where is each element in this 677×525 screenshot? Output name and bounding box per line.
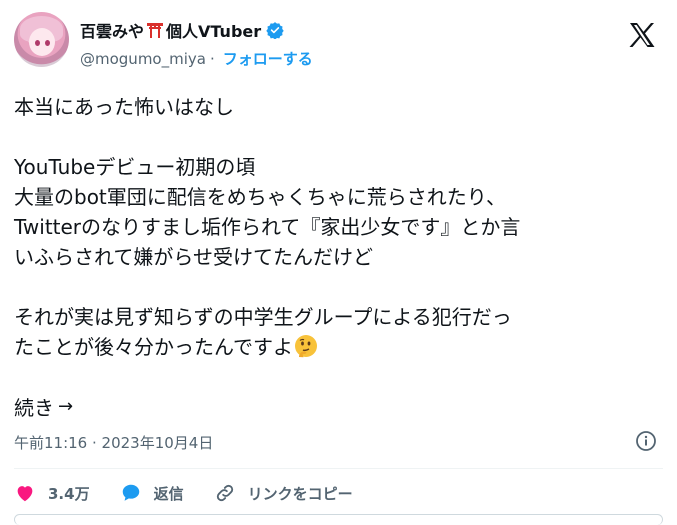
info-icon[interactable] bbox=[635, 430, 657, 452]
tweet-line-text: たことが後々分かったんですよ bbox=[14, 335, 293, 359]
tweet-line-blank bbox=[14, 272, 664, 302]
tweet-line: 大量のbot軍団に配信をめちゃくちゃに荒らされたり、 bbox=[14, 185, 506, 209]
follow-button[interactable]: フォローする bbox=[223, 48, 313, 69]
reply-button[interactable]: 返信 bbox=[120, 482, 184, 504]
avatar[interactable] bbox=[14, 12, 69, 67]
like-button[interactable]: 3.4万 bbox=[14, 482, 90, 504]
heart-icon bbox=[17, 486, 33, 502]
read-more-link[interactable]: 続き → bbox=[14, 392, 73, 421]
x-logo-icon[interactable] bbox=[627, 20, 657, 50]
display-name-suffix[interactable]: 個人VTuber bbox=[166, 18, 261, 42]
tweet-line-last: たことが後々分かったんですよ bbox=[14, 332, 664, 362]
tweet-header: 百雲みや 個人VTuber @mogumo_miya · フォローする bbox=[14, 12, 663, 74]
speech-bubble-icon bbox=[122, 484, 139, 501]
display-name[interactable]: 百雲みや bbox=[80, 18, 144, 42]
like-count: 3.4万 bbox=[48, 484, 90, 503]
tweet-line: Twitterのなりすまし垢作られて『家出少女です』とか言 bbox=[14, 215, 521, 239]
handle-row: @mogumo_miya · フォローする bbox=[80, 48, 313, 69]
tweet-text: 本当にあった怖いはなし YouTubeデビュー初期の頃 大量のbot軍団に配信を… bbox=[14, 92, 664, 362]
handle[interactable]: @mogumo_miya bbox=[80, 50, 206, 68]
action-bar: 3.4万 返信 リンクをコピー bbox=[14, 482, 383, 504]
reply-label: 返信 bbox=[153, 484, 184, 503]
copy-link-button[interactable]: リンクをコピー bbox=[214, 482, 353, 504]
name-row: 百雲みや 個人VTuber bbox=[80, 18, 284, 42]
verified-badge-icon bbox=[266, 22, 284, 39]
tweet-line: いふらされて嫌がらせ受けてたんだけど bbox=[14, 245, 373, 269]
thinking-face-icon bbox=[295, 335, 317, 358]
separator: · bbox=[209, 49, 215, 68]
read-more-label[interactable]: 続き bbox=[14, 392, 54, 421]
tweet-line-blank bbox=[14, 122, 664, 152]
torii-gate-icon bbox=[147, 23, 164, 38]
divider bbox=[14, 468, 663, 469]
link-icon bbox=[216, 484, 233, 502]
tweet-line: YouTubeデビュー初期の頃 bbox=[14, 155, 256, 179]
copy-link-label: リンクをコピー bbox=[247, 484, 353, 503]
tweet-line: それが実は見ず知らずの中学生グループによる犯行だっ bbox=[14, 305, 512, 329]
reply-box-edge bbox=[14, 514, 663, 525]
timestamp[interactable]: 午前11:16 · 2023年10月4日 bbox=[14, 432, 213, 453]
tweet-line: 本当にあった怖いはなし bbox=[14, 95, 234, 119]
arrow-right-icon: → bbox=[58, 396, 74, 417]
